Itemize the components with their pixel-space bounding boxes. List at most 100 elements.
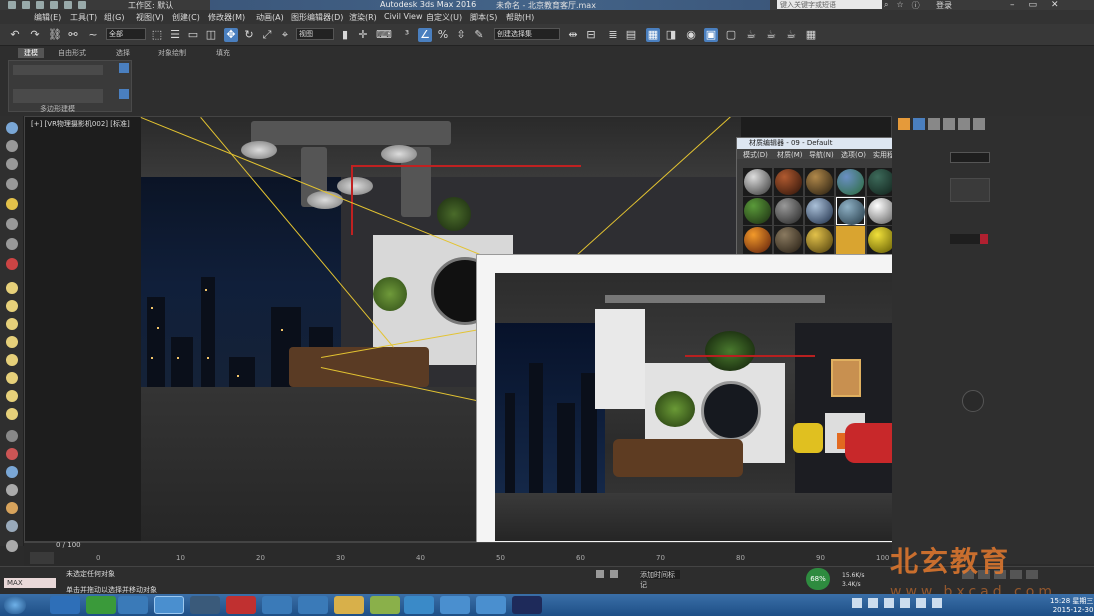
material-slot[interactable] (805, 168, 834, 196)
taskbar-notes-icon[interactable] (370, 596, 400, 614)
material-slot[interactable] (836, 168, 865, 196)
taskbar-photoshop-icon[interactable] (512, 596, 542, 614)
display-tab-icon[interactable] (958, 118, 970, 130)
sphere-icon[interactable] (6, 300, 18, 312)
network-icon[interactable] (916, 598, 926, 608)
project-folder-icon[interactable] (78, 1, 86, 9)
object-color-swatch[interactable] (980, 234, 988, 244)
start-button[interactable] (4, 596, 26, 614)
spinner-snap-icon[interactable]: ⇳ (454, 28, 468, 42)
taskbar-folder-icon[interactable] (334, 596, 364, 614)
object-name-field[interactable] (950, 178, 990, 202)
close-icon[interactable]: ✕ (1051, 0, 1059, 10)
render-production-icon[interactable]: ☕ (744, 28, 758, 42)
schematic-view-icon[interactable]: ◨ (664, 28, 678, 42)
redo-icon[interactable] (64, 1, 72, 9)
timeline[interactable] (24, 542, 892, 566)
vray-frame-buffer-icon[interactable]: ▦ (804, 28, 818, 42)
hierarchy-tab-icon[interactable] (928, 118, 940, 130)
reference-coord-dropdown[interactable]: 视图 (296, 28, 334, 40)
hammer-icon[interactable] (6, 484, 18, 496)
mated-menu-navigation[interactable]: 导航(N) (809, 150, 834, 160)
keyboard-shortcut-icon[interactable]: ⌨ (376, 28, 392, 42)
layer-manager-icon[interactable]: ≣ (606, 28, 620, 42)
plane-icon[interactable] (6, 282, 18, 294)
select-tool-icon[interactable] (6, 122, 18, 134)
cylinder-icon[interactable] (6, 318, 18, 330)
toggle-ribbon-icon[interactable]: ▤ (624, 28, 638, 42)
open-file-icon[interactable] (22, 1, 30, 9)
menu-tools[interactable]: 工具(T) (70, 10, 97, 23)
taskbar-media-icon[interactable] (226, 596, 256, 614)
menu-views[interactable]: 视图(V) (136, 10, 164, 23)
edit-named-selection-icon[interactable]: ✎ (472, 28, 486, 42)
absolute-mode-icon[interactable] (610, 570, 618, 578)
minimize-icon[interactable]: – (1010, 0, 1015, 10)
motion-tab-icon[interactable] (943, 118, 955, 130)
menu-group[interactable]: 组(G) (104, 10, 124, 23)
color-field[interactable] (950, 234, 980, 244)
camera-icon[interactable] (6, 218, 18, 230)
taskbar-plane-icon[interactable] (262, 596, 292, 614)
menu-edit[interactable]: 编辑(E) (34, 10, 61, 23)
mated-menu-modes[interactable]: 模式(D) (743, 150, 768, 160)
menu-create[interactable]: 创建(C) (172, 10, 200, 23)
maximize-icon[interactable]: ▭ (1029, 0, 1038, 10)
helper-icon[interactable] (6, 238, 18, 250)
link-icon[interactable]: ⛓ (48, 28, 62, 42)
taskbar-window-icon[interactable] (440, 596, 470, 614)
curve-editor-icon[interactable]: ▦ (646, 28, 660, 42)
material-slot[interactable] (836, 226, 865, 254)
mated-menu-options[interactable]: 选项(O) (841, 150, 866, 160)
time-slider[interactable]: 0 / 100 (56, 541, 81, 549)
timeline-toggle-button[interactable] (30, 552, 54, 564)
named-selection-dropdown[interactable]: 创建选择集 (494, 28, 560, 40)
tray-icon[interactable] (884, 598, 894, 608)
rotate-icon[interactable]: ↻ (242, 28, 256, 42)
menu-modifiers[interactable]: 修改器(M) (208, 10, 245, 23)
menu-graph-editors[interactable]: 图形编辑器(D) (291, 10, 343, 23)
taskbar-app-icon[interactable] (118, 596, 148, 614)
select-manipulate-icon[interactable]: ✛ (356, 28, 370, 42)
render-iterative-icon[interactable]: ☕ (784, 28, 798, 42)
render-teapot-icon[interactable]: ☕ (764, 28, 778, 42)
material-slot[interactable] (743, 226, 772, 254)
tube-icon[interactable] (6, 408, 18, 420)
rect-selection-icon[interactable]: ▭ (186, 28, 200, 42)
scale-icon[interactable]: ⤢ (260, 28, 274, 42)
render-setup-icon[interactable]: ▣ (704, 28, 718, 42)
undo-icon[interactable]: ↶ (8, 28, 22, 42)
ribbon-tab-freeform[interactable]: 自由形式 (58, 48, 86, 58)
modify-tab-icon[interactable] (913, 118, 925, 130)
poly-tools-row[interactable] (13, 89, 103, 103)
material-slot[interactable] (743, 197, 772, 225)
utilities-tab-icon[interactable] (973, 118, 985, 130)
ribbon-tab-modeling[interactable]: 建模 (18, 48, 44, 58)
material-slot-selected[interactable] (836, 197, 865, 225)
ribbon-tab-populate[interactable]: 填充 (216, 48, 230, 58)
select-by-name-icon[interactable]: ☰ (168, 28, 182, 42)
material-slot[interactable] (805, 226, 834, 254)
taskbar-box-icon[interactable] (404, 596, 434, 614)
undo-icon[interactable] (50, 1, 58, 9)
menu-animation[interactable]: 动画(A) (256, 10, 284, 23)
select-object-icon[interactable]: ⬚ (150, 28, 164, 42)
next-frame-icon[interactable] (1010, 570, 1022, 579)
go-to-end-icon[interactable] (1026, 570, 1038, 579)
grid-icon[interactable] (6, 178, 18, 190)
system-clock[interactable]: 15:28 星期三 2015-12-30 (1050, 596, 1093, 614)
taskbar-360-icon[interactable] (86, 596, 116, 614)
poly-tools-row[interactable] (13, 65, 103, 75)
menu-customize[interactable]: 自定义(U) (426, 10, 462, 23)
sun-icon[interactable] (6, 390, 18, 402)
menu-civil-view[interactable]: Civil View (384, 10, 423, 21)
scroll-indicator[interactable] (962, 390, 984, 412)
material-slot[interactable] (774, 197, 803, 225)
ribbon-toggle-icon[interactable] (119, 63, 129, 73)
volume-icon[interactable] (932, 598, 942, 608)
array-icon[interactable] (6, 430, 18, 442)
taskbar-3dsmax-icon[interactable] (154, 596, 184, 614)
teapot-icon[interactable] (6, 372, 18, 384)
paint-icon[interactable] (6, 448, 18, 460)
lock-icon[interactable] (596, 570, 604, 578)
